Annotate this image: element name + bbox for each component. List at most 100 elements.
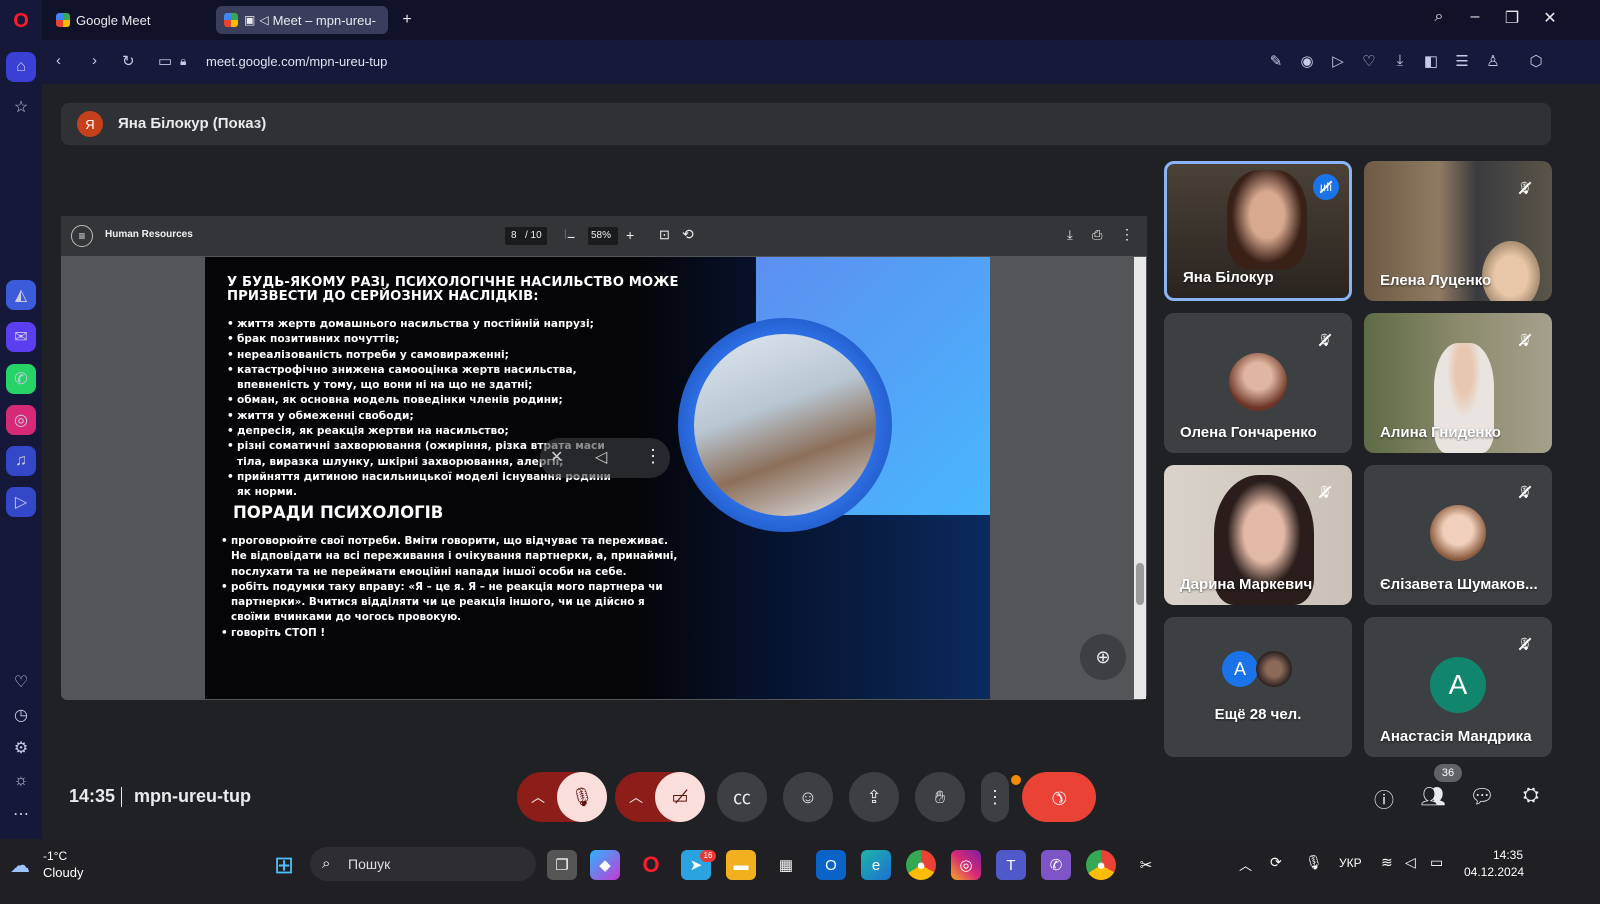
task-view-icon[interactable]: ❐ (547, 850, 577, 880)
profile-icon[interactable]: ♙ (1483, 52, 1503, 70)
tile-more-icon[interactable]: ⋮ (644, 446, 662, 467)
viber-icon[interactable]: ✆ (1041, 850, 1071, 880)
snapshot-icon[interactable]: ◉ (1297, 52, 1317, 70)
participant-tile[interactable]: 🎙︎ Елена Луценко (1364, 161, 1552, 301)
rotate-icon[interactable]: ⟲ (682, 226, 694, 243)
maximize-icon[interactable]: ❐ (1499, 8, 1525, 28)
volume-tray-icon[interactable]: ◁ (1405, 854, 1416, 871)
participant-tile[interactable]: 🎙︎ Дарина Маркевич (1164, 465, 1352, 605)
snipping-tool-icon[interactable]: ✂ (1131, 850, 1161, 880)
pinboard-icon[interactable]: ☆ (6, 92, 36, 122)
tips-icon[interactable]: ☼ (6, 766, 36, 796)
store-icon[interactable]: ▦ (771, 850, 801, 880)
zoom-in-icon[interactable]: + (626, 227, 634, 243)
aria-icon[interactable]: ◭ (6, 280, 36, 310)
taskbar-search-field[interactable]: ⌕ Пошук (310, 847, 536, 881)
chrome-profile-icon[interactable]: ● (1086, 850, 1116, 880)
pdf-scroll-thumb[interactable] (1136, 563, 1144, 605)
participant-tile[interactable]: A 🎙︎ Анастасія Мандрика (1364, 617, 1552, 757)
favorites-icon[interactable]: ♡ (6, 667, 36, 697)
copilot-icon[interactable]: ◆ (590, 850, 620, 880)
clock-date[interactable]: 04.12.2024 (1464, 865, 1524, 879)
new-tab-button[interactable]: + (394, 6, 420, 34)
activities-icon[interactable]: ⛭ (1517, 784, 1545, 812)
leave-call-button[interactable]: ✆ (1022, 772, 1096, 822)
pin-off-icon[interactable]: ✕ (550, 447, 563, 467)
back-icon[interactable]: ‹ (56, 52, 61, 69)
pdf-more-icon[interactable]: ⋮ (1120, 226, 1134, 243)
start-icon[interactable]: ⊞ (269, 850, 299, 880)
zoom-magnifier-icon[interactable]: ⊕ (1080, 634, 1126, 680)
wifi-icon[interactable]: ≋ (1381, 854, 1393, 871)
raise-hand-button[interactable]: ✋︎ (915, 772, 965, 822)
opera-logo-icon[interactable]: O (6, 6, 36, 36)
sync-icon[interactable]: ⟳ (1270, 854, 1282, 871)
teams-icon[interactable]: T (996, 850, 1026, 880)
mic-off-icon: 🎙︎ (1514, 633, 1536, 655)
fit-page-icon[interactable]: ⊡ (659, 227, 670, 243)
edit-icon[interactable]: ✎ (1266, 52, 1286, 70)
tab-google-meet[interactable]: Google Meet (48, 6, 214, 34)
battery-icon[interactable]: ▭ (1430, 854, 1443, 871)
my-flow-icon[interactable]: ♡ (1359, 52, 1379, 70)
more-icon[interactable]: ⋯ (6, 799, 36, 829)
reload-icon[interactable]: ↻ (122, 52, 135, 70)
whatsapp-icon[interactable]: ✆ (6, 364, 36, 394)
url-field[interactable]: meet.google.com/mpn-ureu-tup (206, 54, 387, 69)
battery-saver-icon[interactable]: ◧ (1421, 52, 1441, 70)
close-window-icon[interactable]: ✕ (1537, 8, 1563, 28)
settings-icon[interactable]: ⚙ (6, 733, 36, 763)
audio-settings-chevron-icon[interactable]: ︿ (531, 787, 545, 807)
participant-tile[interactable]: 🎙︎ Олена Гончаренко (1164, 313, 1352, 453)
mic-off-button[interactable]: 🎙︎ (557, 772, 607, 822)
camera-off-button[interactable]: ▭̸ (655, 772, 705, 822)
easy-setup-icon[interactable]: ☰ (1452, 52, 1472, 70)
reactions-button[interactable]: ☺ (783, 772, 833, 822)
opera-taskbar-icon[interactable]: O (636, 850, 666, 880)
outlook-icon[interactable]: O (816, 850, 846, 880)
minimize-icon[interactable]: – (1462, 8, 1488, 26)
chrome-icon[interactable]: ● (906, 850, 936, 880)
tab-meet-active[interactable]: ▣ ◁ Meet – mpn-ureu- (216, 6, 388, 34)
clock-time[interactable]: 14:35 (1493, 848, 1523, 862)
page-indicator[interactable]: 8 / 10 (505, 227, 547, 245)
instagram-icon[interactable]: ◎ (6, 405, 36, 435)
camera-permission-icon[interactable]: ▭ (158, 52, 172, 70)
forward-icon[interactable]: › (92, 52, 97, 69)
video-popout-icon[interactable]: ▷ (1328, 52, 1348, 70)
weather-cloud-icon: ☁ (10, 855, 30, 877)
captions-button[interactable]: ㏄ (717, 772, 767, 822)
participant-tile[interactable]: 🎙︎ Алина Гниденко (1364, 313, 1552, 453)
chat-icon[interactable]: 💬︎ (1468, 784, 1496, 812)
people-icon[interactable]: 👥︎ (1419, 784, 1447, 812)
participant-tile[interactable]: ıılı Яна Білокур (1164, 161, 1352, 301)
pdf-menu-icon[interactable]: ≡ (71, 225, 93, 247)
instagram-taskbar-icon[interactable]: ◎ (951, 850, 981, 880)
more-options-button[interactable]: ⋮ (981, 772, 1009, 822)
volume-icon[interactable]: ◁ (595, 447, 607, 467)
print-icon[interactable]: ⎙ (1092, 227, 1102, 243)
participant-tile[interactable]: 🎙︎ Єлізавета Шумаков... (1364, 465, 1552, 605)
pdf-scrollbar[interactable] (1134, 257, 1146, 699)
music-player-icon[interactable]: ♫ (6, 446, 36, 476)
file-explorer-icon[interactable]: ▬ (726, 850, 756, 880)
search-tabs-icon[interactable]: ⌕ (1426, 8, 1452, 26)
tray-overflow-icon[interactable]: ︿ (1239, 855, 1252, 874)
zoom-out-icon[interactable]: − (567, 229, 575, 245)
meeting-details-icon[interactable]: ⓘ (1370, 784, 1398, 812)
list-item: нереалізованість потреби у самовираженні… (227, 348, 622, 364)
zoom-level-field[interactable]: 58% (588, 227, 618, 245)
video-settings-chevron-icon[interactable]: ︿ (629, 787, 643, 807)
microphone-tray-icon[interactable]: 🎙︎ (1305, 854, 1323, 871)
edge-icon[interactable]: e (861, 850, 891, 880)
participant-tile-others[interactable]: A Ещё 28 чел. (1164, 617, 1352, 757)
player-icon[interactable]: ▷ (6, 487, 36, 517)
extensions-icon[interactable]: ⬡ (1526, 52, 1546, 70)
home-icon[interactable]: ⌂ (6, 52, 36, 82)
present-button[interactable]: ⇪ (849, 772, 899, 822)
language-indicator[interactable]: УКР (1339, 856, 1362, 870)
history-icon[interactable]: ◷ (6, 700, 36, 730)
download-icon[interactable]: ⤓ (1390, 52, 1410, 69)
pdf-download-icon[interactable]: ⤓ (1067, 227, 1073, 243)
messenger-icon[interactable]: ✉ (6, 322, 36, 352)
